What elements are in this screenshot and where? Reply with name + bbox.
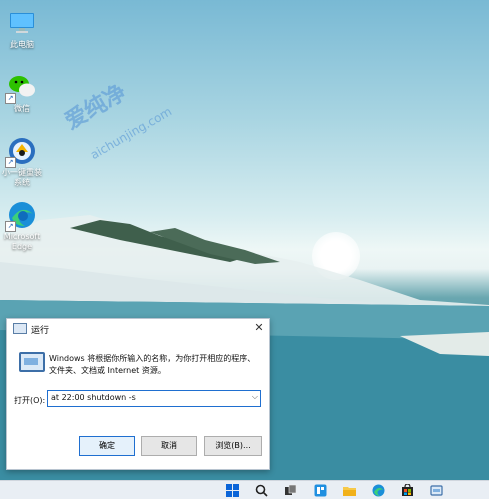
desktop-icon-label: 微信 [14, 104, 30, 113]
cancel-button[interactable]: 取消 [141, 436, 197, 456]
chevron-down-icon[interactable]: ⌵ [252, 392, 258, 402]
wechat-icon: ↗ [5, 72, 37, 104]
desktop-icon-label: 小一键重装 系统 [2, 168, 42, 187]
shortcut-arrow-icon: ↗ [5, 93, 16, 104]
file-explorer-icon[interactable] [343, 484, 356, 497]
shortcut-arrow-icon: ↗ [5, 221, 16, 232]
desktop-icon-reinstall-tool[interactable]: ↗ 小一键重装 系统 [0, 136, 44, 188]
shortcut-arrow-icon: ↗ [5, 157, 16, 168]
command-value[interactable]: at 22:00 shutdown -s [51, 393, 136, 402]
run-app-icon [13, 323, 27, 334]
command-input[interactable]: at 22:00 shutdown -s ⌵ [47, 390, 261, 407]
edge-icon: ↗ [5, 200, 37, 232]
taskbar [0, 480, 489, 499]
edge-icon[interactable] [372, 484, 385, 497]
desktop-icon-edge[interactable]: ↗ Microsoft Edge [0, 200, 44, 252]
desktop: 爱纯净 aichunjing.com 此电脑 ↗ 微信 ↗ 小一键重装 系统 ↗… [0, 0, 489, 480]
monitor-icon [7, 8, 37, 38]
dialog-titlebar[interactable]: 运行 ✕ [7, 319, 269, 337]
reinstall-tool-icon: ↗ [5, 136, 37, 168]
store-icon[interactable] [401, 484, 414, 497]
ok-button[interactable]: 确定 [79, 436, 135, 456]
close-icon[interactable]: ✕ [251, 320, 267, 336]
desktop-icon-label: Microsoft Edge [3, 232, 41, 251]
dialog-description: Windows 将根据你所输入的名称，为你打开相应的程序、文件夹、文档或 Int… [49, 354, 256, 375]
search-icon[interactable] [255, 484, 268, 497]
task-view-icon[interactable] [284, 484, 297, 497]
widgets-icon[interactable] [314, 484, 327, 497]
desktop-icon-wechat[interactable]: ↗ 微信 [0, 72, 44, 114]
run-dialog: 运行 ✕ Windows 将根据你所输入的名称，为你打开相应的程序、文件夹、文档… [6, 318, 270, 470]
dialog-title: 运行 [31, 326, 50, 336]
desktop-icon-label: 此电脑 [10, 40, 34, 49]
run-icon [19, 352, 45, 372]
browse-button[interactable]: 浏览(B)... [204, 436, 262, 456]
open-label: 打开(O): [14, 396, 46, 405]
run-app-icon[interactable] [430, 484, 443, 497]
desktop-icon-this-pc[interactable]: 此电脑 [0, 8, 44, 50]
windows-start-icon[interactable] [226, 484, 239, 497]
